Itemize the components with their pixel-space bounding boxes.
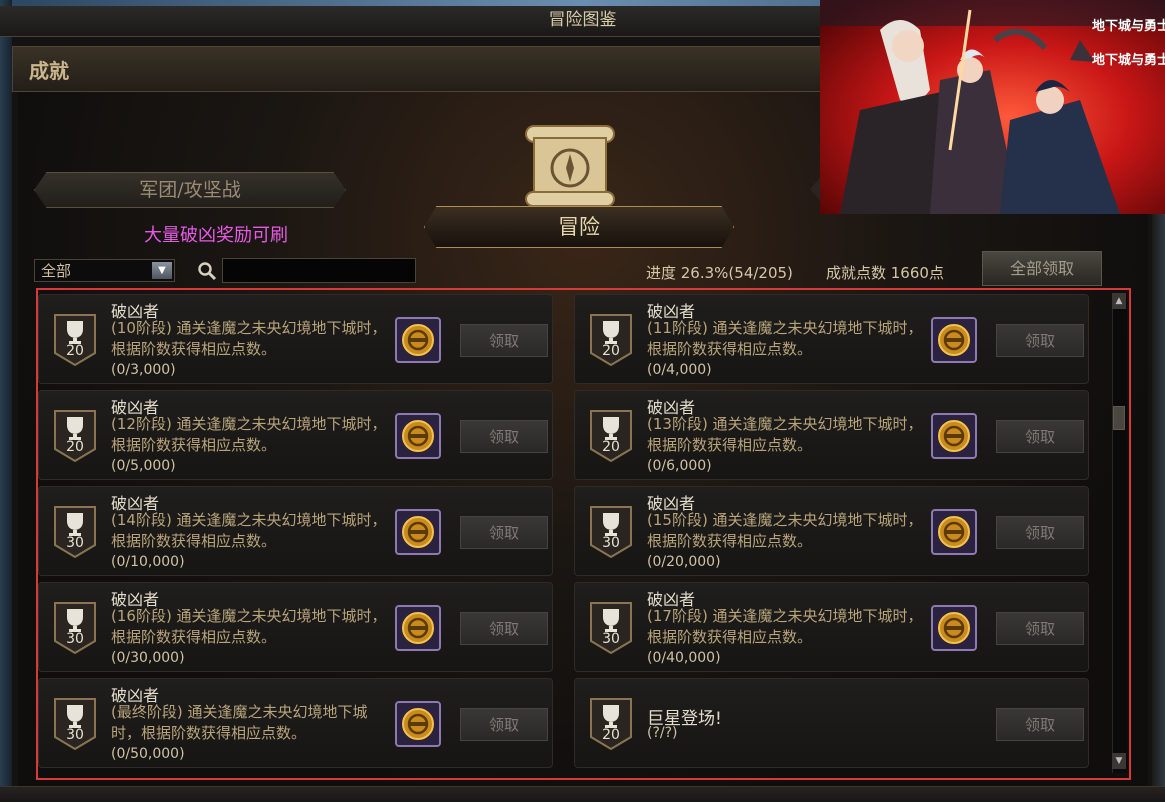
promo-caption: 大量破凶奖励可刷 [144,225,288,246]
claim-all-button[interactable]: 全部领取 [982,251,1102,286]
achievement-progress: (0/10,000) [111,554,185,570]
trophy-badge: 20 [53,313,97,367]
claim-button[interactable]: 领取 [996,420,1084,453]
achievement-progress: (0/3,000) [111,362,176,378]
achievement-card: 30 破凶者 (16阶段) 通关逢魔之未央幻境地下城时，根据阶数获得相应点数。 (0/… [38,582,553,672]
reward-emblem-icon[interactable] [395,605,441,651]
claim-button[interactable]: 领取 [460,324,548,357]
reward-emblem-icon[interactable] [395,701,441,747]
claim-button[interactable]: 领取 [996,612,1084,645]
trophy-badge: 20 [589,313,633,367]
claim-button[interactable]: 领取 [460,708,548,741]
bottom-taskbar [0,786,1165,802]
achievement-points-value: 20 [602,343,620,359]
achievement-card: 20 破凶者 (11阶段) 通关逢魔之未央幻境地下城时，根据阶数获得相应点数。 (0/… [574,294,1089,384]
chevron-down-icon[interactable]: ▼ [152,262,172,279]
achievement-points-value: 20 [66,343,84,359]
achievement-progress: (0/4,000) [647,362,712,378]
achievement-progress: (0/50,000) [111,746,185,762]
claim-button[interactable]: 领取 [460,516,548,549]
achievement-description: (最终阶段) 通关逢魔之未央幻境地下城时，根据阶数获得相应点数。 [111,703,368,742]
scroll-thumb[interactable] [1113,406,1125,430]
achievement-card: 20 破凶者 (13阶段) 通关逢魔之未央幻境地下城时，根据阶数获得相应点数。 (0/… [574,390,1089,480]
achievement-points-value: 30 [66,631,84,647]
claim-button[interactable]: 领取 [996,708,1084,741]
achievement-points-value: 30 [602,535,620,551]
trophy-badge: 20 [589,409,633,463]
achievement-points: 成就点数 1660点 [826,264,944,282]
achievement-points-value: 20 [66,439,84,455]
achievement-card: 20 破凶者 (12阶段) 通关逢魔之未央幻境地下城时，根据阶数获得相应点数。 (0/… [38,390,553,480]
category-filter-select[interactable]: 全部 ▼ [34,259,175,282]
trophy-badge: 20 [589,697,633,751]
game-promo-artwork: 地下城与勇士 地下城与勇士 [820,0,1165,214]
svg-text:地下城与勇士: 地下城与勇士 [1092,18,1165,34]
reward-emblem-icon[interactable] [931,317,977,363]
achievement-description: (14阶段) 通关逢魔之未央幻境地下城时，根据阶数获得相应点数。 [111,511,387,550]
achievement-points-value: 20 [602,439,620,455]
achievement-progress: (?/?) [647,725,678,741]
section-title: 成就 [29,59,69,83]
background-edge-right [1152,214,1165,801]
scroll-down-button[interactable]: ▼ [1112,753,1126,769]
trophy-badge: 30 [53,601,97,655]
scroll-up-button[interactable]: ▲ [1112,293,1126,309]
achievement-description: (17阶段) 通关逢魔之未央幻境地下城时，根据阶数获得相应点数。 [647,607,923,646]
search-input[interactable] [222,258,416,283]
achievement-description: (10阶段) 通关逢魔之未央幻境地下城时，根据阶数获得相应点数。 [111,319,387,358]
trophy-badge: 30 [53,505,97,559]
achievement-card: 30 破凶者 (最终阶段) 通关逢魔之未央幻境地下城时，根据阶数获得相应点数。 (0/… [38,678,553,768]
tab-legion-raid[interactable]: 军团/攻坚战 [34,172,346,208]
reward-emblem-icon[interactable] [395,509,441,555]
achievement-points-value: 20 [602,727,620,743]
desktop-edge-left [0,0,12,801]
achievement-card: 30 破凶者 (14阶段) 通关逢魔之未央幻境地下城时，根据阶数获得相应点数。 (0/… [38,486,553,576]
achievement-progress: (0/40,000) [647,650,721,666]
achievement-progress: (0/30,000) [111,650,185,666]
achievement-card: 30 破凶者 (15阶段) 通关逢魔之未央幻境地下城时，根据阶数获得相应点数。 (0/… [574,486,1089,576]
achievement-progress: (0/20,000) [647,554,721,570]
achievement-description: (13阶段) 通关逢魔之未央幻境地下城时，根据阶数获得相应点数。 [647,415,923,454]
trophy-badge: 30 [589,505,633,559]
reward-emblem-icon[interactable] [931,413,977,459]
filter-selected-value: 全部 [41,262,72,280]
achievement-description: (15阶段) 通关逢魔之未央幻境地下城时，根据阶数获得相应点数。 [647,511,923,550]
trophy-badge: 30 [53,697,97,751]
achievement-points-value: 30 [66,535,84,551]
achievement-card: 20 破凶者 (10阶段) 通关逢魔之未央幻境地下城时，根据阶数获得相应点数。 (0/… [38,294,553,384]
tab-adventure[interactable]: 冒险 [424,206,734,248]
reward-emblem-icon[interactable] [395,317,441,363]
achievement-card: 20 巨星登场! (?/?) 领取 [574,678,1089,768]
scroll-compass-icon [525,125,615,207]
achievement-description: (11阶段) 通关逢魔之未央幻境地下城时，根据阶数获得相应点数。 [647,319,923,358]
claim-button[interactable]: 领取 [996,324,1084,357]
achievement-progress: (0/6,000) [647,458,712,474]
svg-text:地下城与勇士: 地下城与勇士 [1092,52,1165,68]
achievement-description: (12阶段) 通关逢魔之未央幻境地下城时，根据阶数获得相应点数。 [111,415,387,454]
reward-emblem-icon[interactable] [931,605,977,651]
trophy-badge: 30 [589,601,633,655]
search-icon[interactable] [197,261,217,281]
achievement-description: (16阶段) 通关逢魔之未央幻境地下城时，根据阶数获得相应点数。 [111,607,387,646]
reward-emblem-icon[interactable] [931,509,977,555]
claim-button[interactable]: 领取 [460,420,548,453]
progress-text: 进度 26.3%(54/205) [646,264,793,282]
achievement-progress: (0/5,000) [111,458,176,474]
achievement-points-value: 30 [602,631,620,647]
achievement-card: 30 破凶者 (17阶段) 通关逢魔之未央幻境地下城时，根据阶数获得相应点数。 (0/… [574,582,1089,672]
scrollbar[interactable] [1112,293,1127,773]
claim-button[interactable]: 领取 [460,612,548,645]
claim-button[interactable]: 领取 [996,516,1084,549]
achievement-points-value: 30 [66,727,84,743]
reward-emblem-icon[interactable] [395,413,441,459]
trophy-badge: 20 [53,409,97,463]
